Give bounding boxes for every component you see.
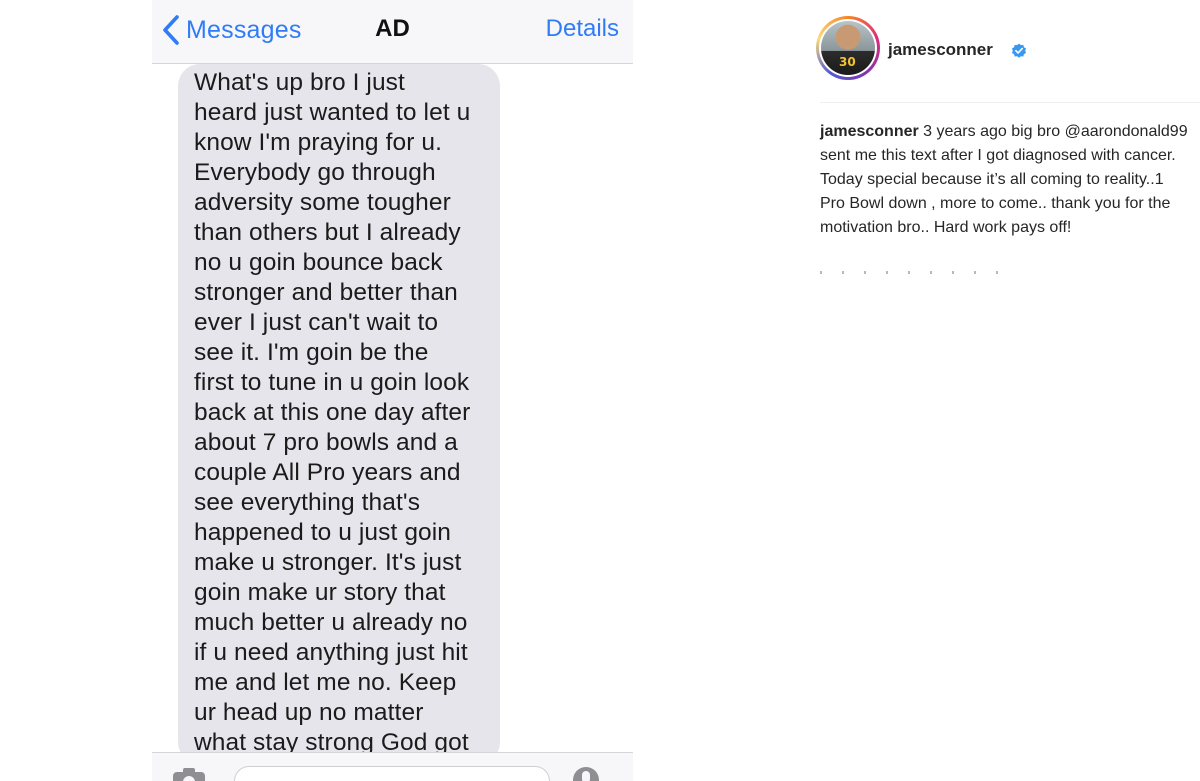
- message-text: What's up bro I just heard just wanted t…: [194, 69, 471, 756]
- post-caption: jamesconner 3 years ago big bro @aarondo…: [820, 120, 1190, 240]
- jersey-number: 30: [839, 55, 856, 69]
- details-button[interactable]: Details: [546, 15, 619, 43]
- imessage-panel: Messages AD Details What's up bro I just…: [152, 0, 633, 781]
- caption-text-start: 3 years ago big bro: [918, 123, 1065, 140]
- avatar: 30: [819, 19, 877, 77]
- cropped-comment-line: [820, 271, 1010, 274]
- camera-icon[interactable]: [172, 767, 206, 781]
- received-message-bubble: What's up bro I just heard just wanted t…: [178, 64, 500, 764]
- post-username[interactable]: jamesconner: [888, 40, 993, 60]
- imessage-input[interactable]: [234, 766, 550, 781]
- verified-badge-icon: [1011, 43, 1027, 59]
- header-divider: [820, 102, 1200, 103]
- mic-icon[interactable]: [572, 766, 600, 781]
- caption-username[interactable]: jamesconner: [820, 123, 919, 140]
- instagram-post: 30 jamesconner jamesconner 3 years ago b…: [800, 0, 1200, 300]
- conversation-header: Messages AD Details: [152, 0, 633, 64]
- caption-text-end: sent me this text after I got diagnosed …: [820, 147, 1176, 236]
- avatar-story-ring[interactable]: 30: [816, 16, 880, 80]
- avatar-photo: 30: [821, 21, 875, 75]
- caption-mention-link[interactable]: @aarondonald99: [1065, 123, 1188, 140]
- compose-bar: [152, 752, 633, 781]
